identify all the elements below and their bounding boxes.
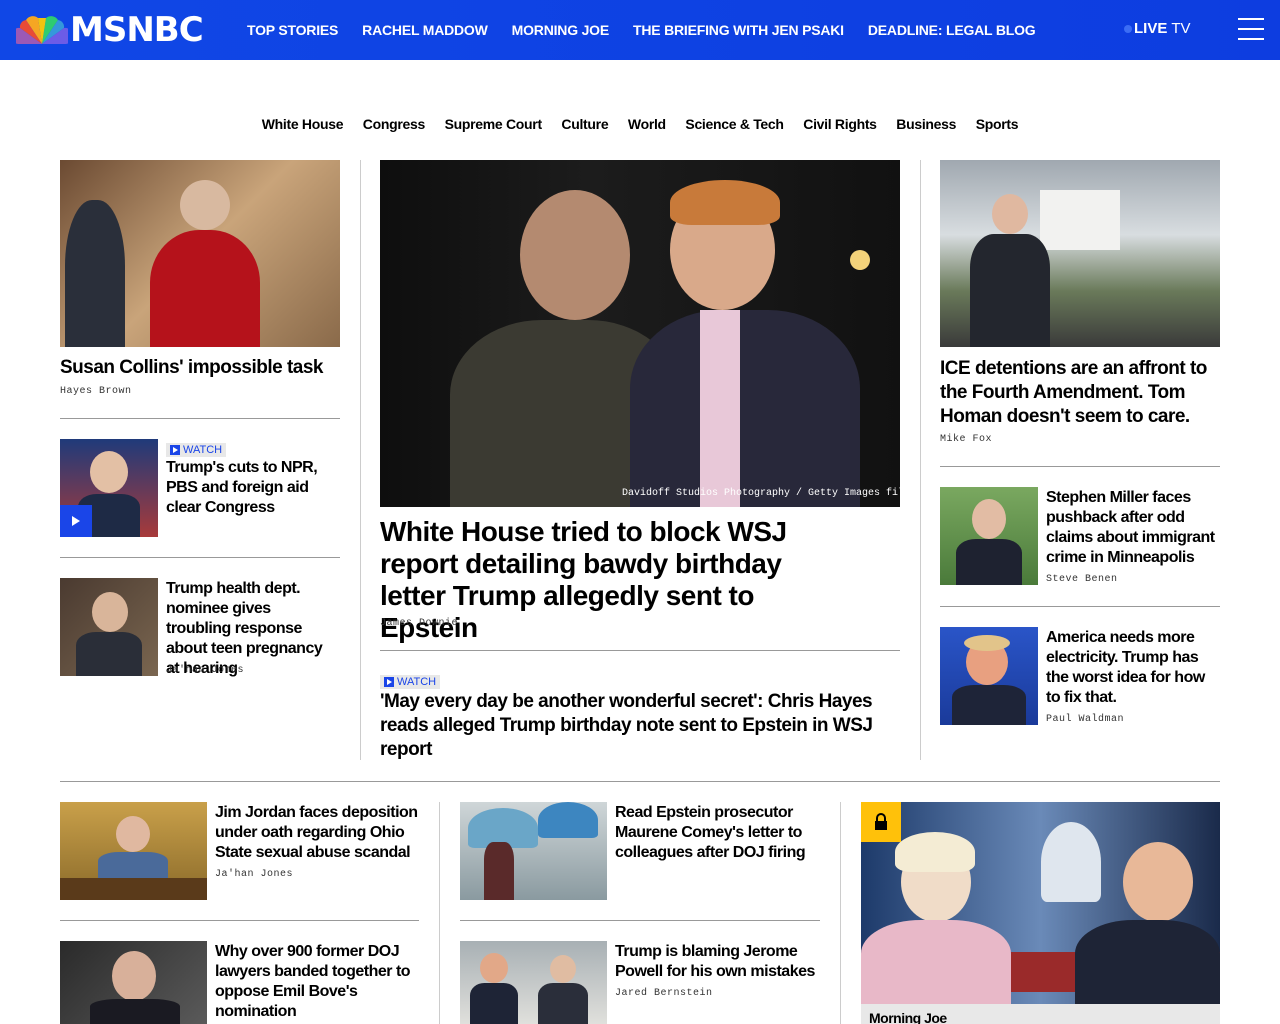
divider <box>60 557 340 558</box>
trump-photo[interactable] <box>940 627 1038 725</box>
play-icon <box>384 677 394 687</box>
story-byline[interactable]: Mike Fox <box>940 434 992 445</box>
live-dot-icon <box>1124 24 1132 33</box>
section-supreme-court[interactable]: Supreme Court <box>445 116 543 132</box>
video-story-title[interactable]: 'May every day be another wonderful secr… <box>380 690 880 762</box>
divider <box>940 606 1220 607</box>
collins-photo[interactable] <box>60 160 340 347</box>
story-byline[interactable]: Hayes Brown <box>60 386 132 397</box>
homan-photo[interactable] <box>940 160 1220 347</box>
story-title[interactable]: Trump is blaming Jerome Powell for his o… <box>615 942 820 982</box>
section-nav: White House Congress Supreme Court Cultu… <box>0 116 1280 132</box>
lead-story-byline[interactable]: James Downie <box>380 618 458 629</box>
nav-rachel-maddow[interactable]: RACHEL MADDOW <box>362 22 488 38</box>
nav-top-stories[interactable]: TOP STORIES <box>247 22 338 38</box>
morning-joe-video[interactable] <box>861 802 1220 1004</box>
nav-the-briefing[interactable]: THE BRIEFING WITH JEN PSAKI <box>633 22 844 38</box>
lock-icon <box>861 802 901 842</box>
tv-label: TV <box>1171 20 1191 37</box>
nominee-photo[interactable] <box>60 578 158 676</box>
section-culture[interactable]: Culture <box>561 116 608 132</box>
divider <box>60 920 419 921</box>
column-divider <box>920 160 921 760</box>
story-title[interactable]: ICE detentions are an affront to the Fou… <box>940 357 1220 429</box>
section-white-house[interactable]: White House <box>262 116 344 132</box>
live-label: LIVE <box>1134 20 1168 37</box>
nav-deadline-legal-blog[interactable]: DEADLINE: LEGAL BLOG <box>868 22 1036 38</box>
play-button[interactable] <box>60 505 92 537</box>
story-byline[interactable]: Paul Waldman <box>1046 714 1124 725</box>
story-byline[interactable]: Jared Bernstein <box>615 988 713 999</box>
main-nav: TOP STORIES RACHEL MADDOW MORNING JOE TH… <box>247 0 1060 60</box>
divider <box>940 466 1220 467</box>
story-title[interactable]: Why over 900 former DOJ lawyers banded t… <box>215 942 420 1022</box>
miller-photo[interactable] <box>940 487 1038 585</box>
section-business[interactable]: Business <box>896 116 956 132</box>
peacock-icon <box>16 16 68 44</box>
jordan-photo[interactable] <box>60 802 207 900</box>
live-tv-link[interactable]: LIVE TV <box>1124 20 1191 37</box>
video-label[interactable]: Morning Joe <box>869 1010 947 1024</box>
column-divider <box>439 802 440 1024</box>
story-byline[interactable]: Ja'han Jones <box>215 869 293 880</box>
section-divider <box>60 781 1220 782</box>
section-sports[interactable]: Sports <box>976 116 1019 132</box>
section-civil-rights[interactable]: Civil Rights <box>803 116 877 132</box>
watch-badge: WATCH <box>380 675 441 689</box>
story-title[interactable]: Jim Jordan faces deposition under oath r… <box>215 803 420 863</box>
column-divider <box>360 160 361 760</box>
bove-photo[interactable] <box>60 941 207 1024</box>
msnbc-logo[interactable]: MSNBC <box>16 10 204 50</box>
watch-badge: WATCH <box>166 443 227 457</box>
top-bar: MSNBC TOP STORIES RACHEL MADDOW MORNING … <box>0 0 1280 60</box>
story-title[interactable]: Trump's cuts to NPR, PBS and foreign aid… <box>166 458 336 518</box>
logo-text: MSNBC <box>70 10 204 50</box>
section-science-tech[interactable]: Science & Tech <box>685 116 784 132</box>
story-title[interactable]: America needs more electricity. Trump ha… <box>1046 628 1220 708</box>
story-byline[interactable]: Steve Benen <box>1046 574 1118 585</box>
story-title[interactable]: Read Epstein prosecutor Maurene Comey's … <box>615 803 820 863</box>
powell-photo[interactable] <box>460 941 607 1024</box>
nav-morning-joe[interactable]: MORNING JOE <box>512 22 610 38</box>
divider <box>60 418 340 419</box>
play-icon <box>170 445 180 455</box>
section-world[interactable]: World <box>628 116 666 132</box>
divider <box>460 920 820 921</box>
photo-caption: Davidoff Studios Photography / Getty Ima… <box>622 488 911 499</box>
story-title[interactable]: Stephen Miller faces pushback after odd … <box>1046 488 1220 568</box>
column-divider <box>840 802 841 1024</box>
story-title[interactable]: Trump health dept. nominee gives troubli… <box>166 579 338 679</box>
section-congress[interactable]: Congress <box>363 116 425 132</box>
divider <box>380 650 900 651</box>
epstein-trump-photo[interactable] <box>380 160 900 507</box>
story-title[interactable]: Susan Collins' impossible task <box>60 357 340 379</box>
comey-photo[interactable] <box>460 802 607 900</box>
story-byline[interactable]: Ja'han Jones <box>166 665 244 676</box>
hamburger-menu-icon[interactable] <box>1238 18 1264 40</box>
